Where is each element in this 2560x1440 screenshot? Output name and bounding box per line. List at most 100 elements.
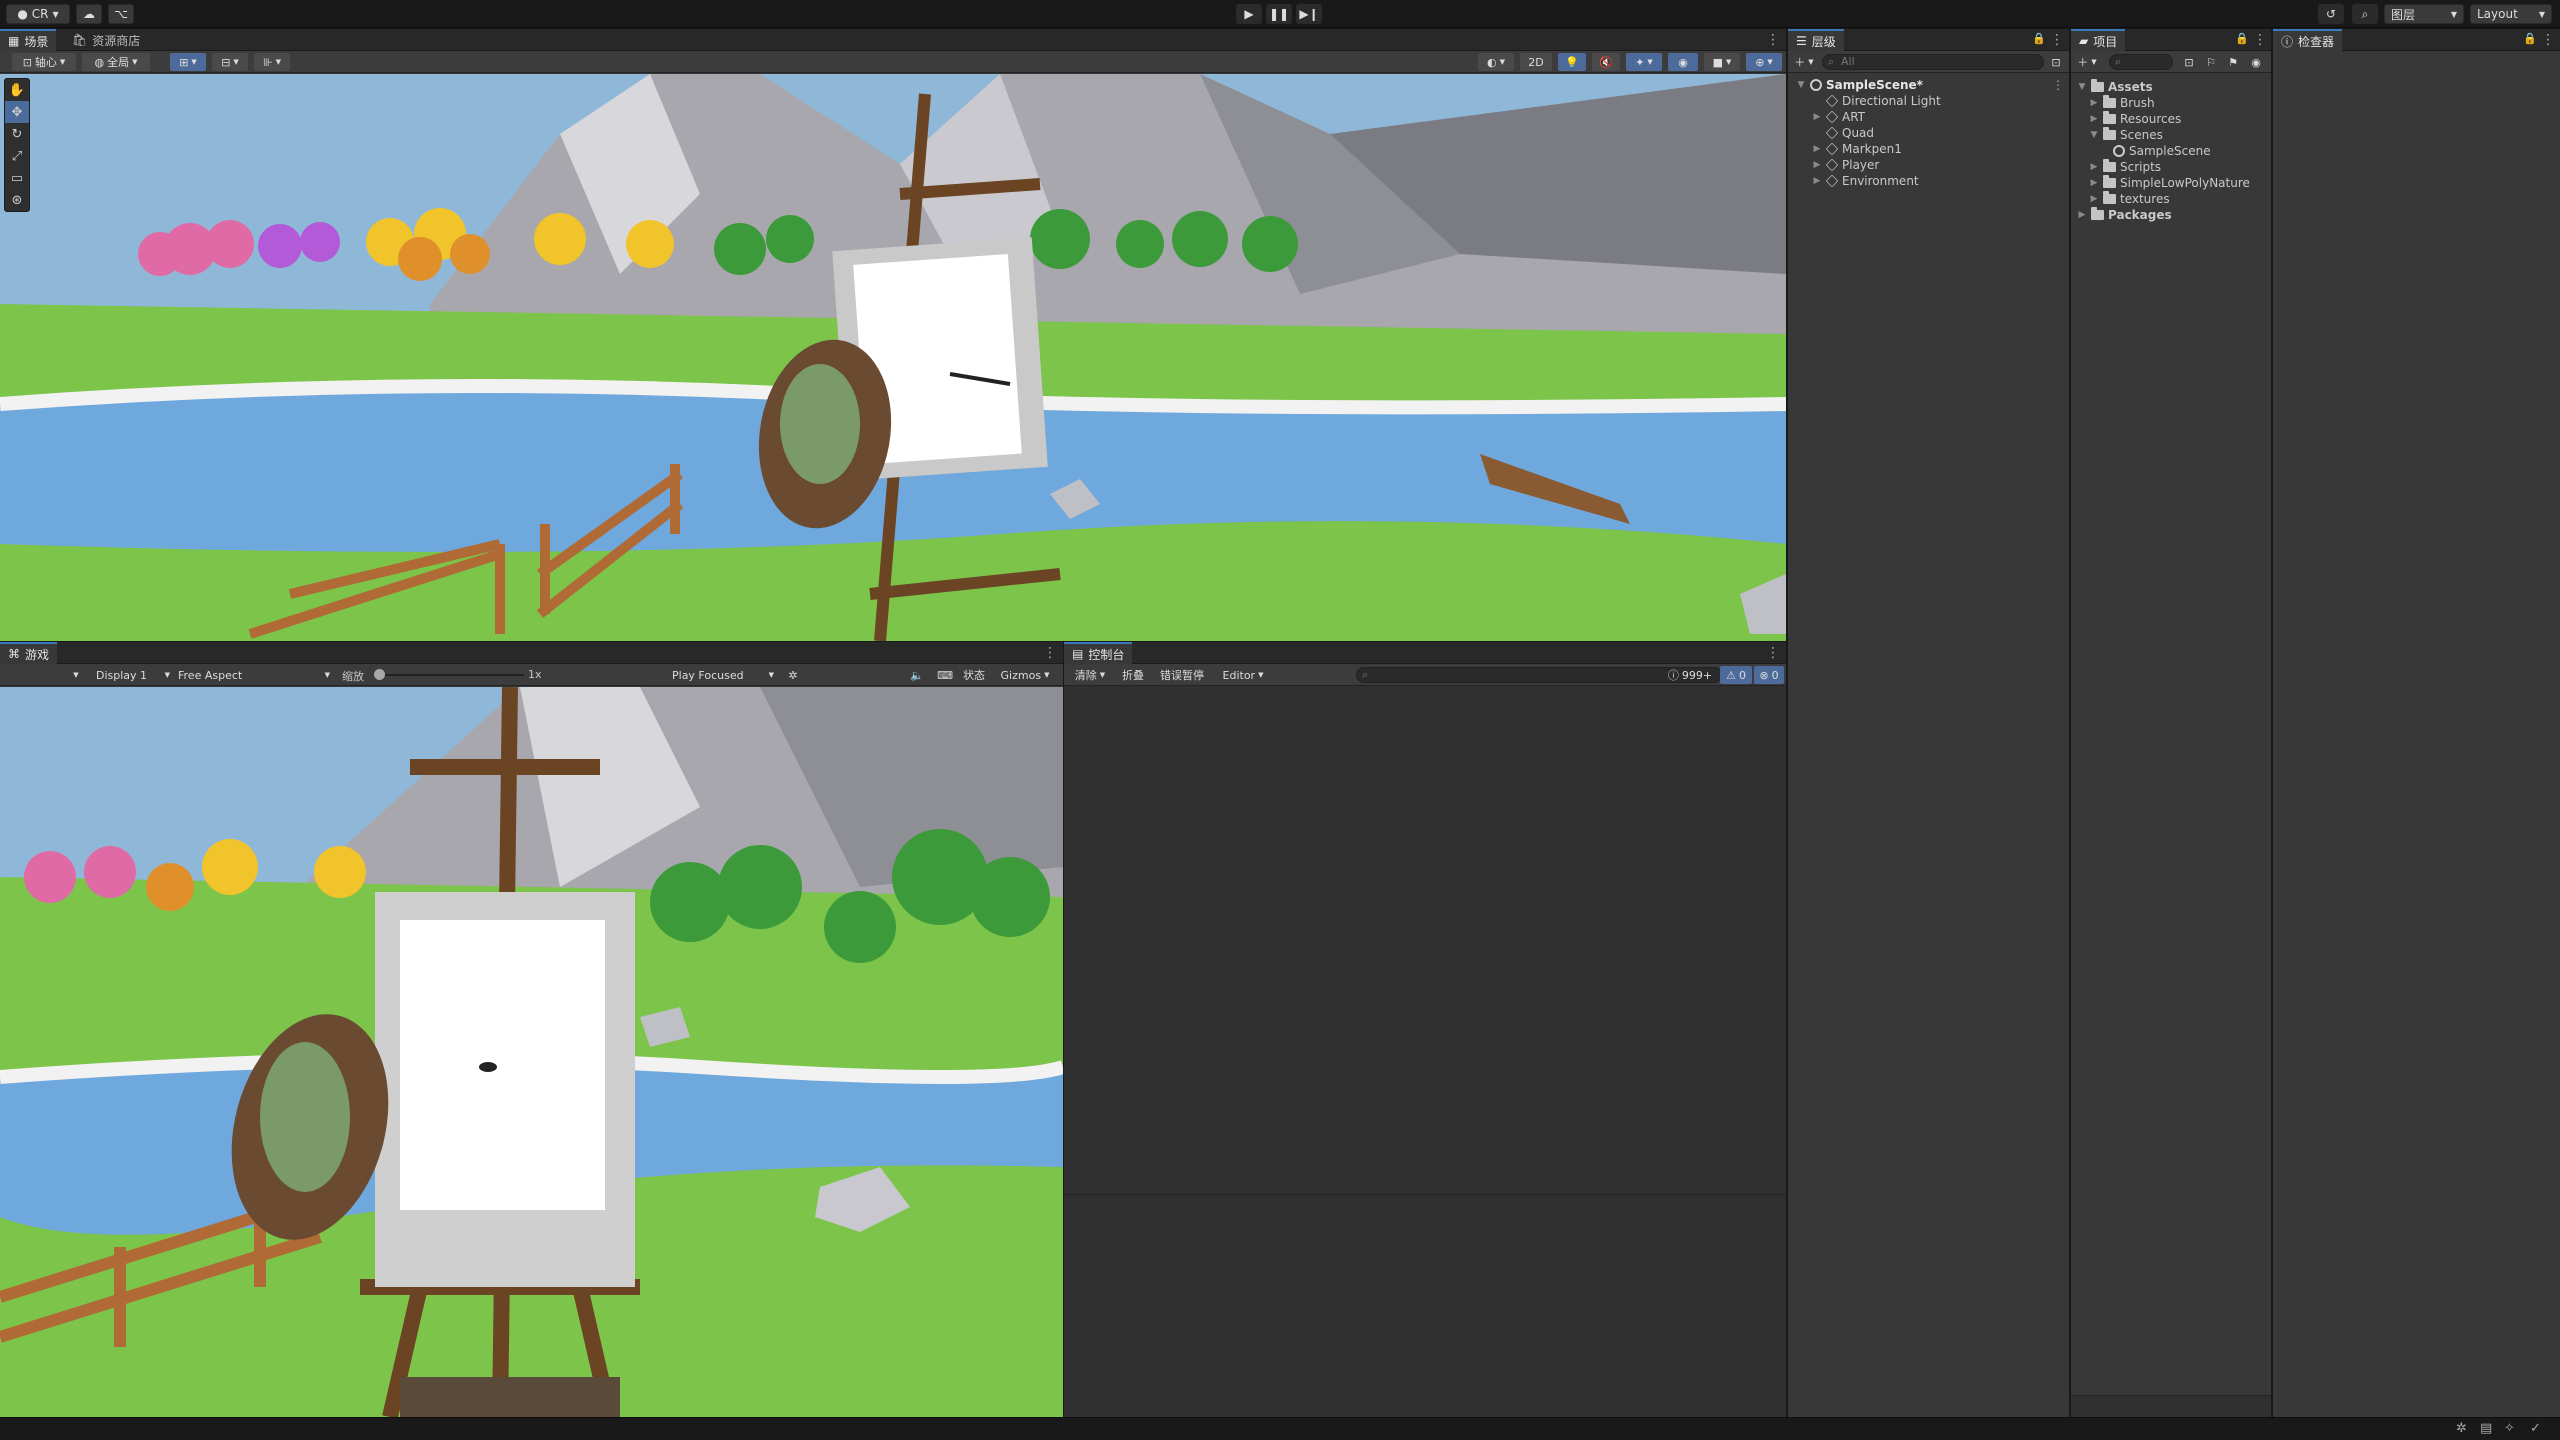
- tree-row-samplescene[interactable]: SampleScene: [2113, 143, 2211, 159]
- increment-snap[interactable]: ⊪ ▼: [254, 53, 290, 71]
- editor-dropdown[interactable]: Editor ▼: [1214, 666, 1272, 684]
- tree-row-environment[interactable]: ▶ Environment: [1812, 173, 1919, 189]
- lock-icon[interactable]: 🔒: [2235, 32, 2249, 48]
- tree-row-packages[interactable]: ▶ Packages: [2077, 207, 2172, 223]
- package-icon[interactable]: ◉: [2245, 53, 2267, 71]
- expand-arrow-icon[interactable]: ▶: [2077, 210, 2087, 220]
- mute-audio-icon[interactable]: 🔈: [906, 666, 928, 684]
- lock-icon[interactable]: 🔒: [2032, 32, 2046, 48]
- scene-filter-icon[interactable]: ⊡: [2046, 53, 2066, 71]
- cache-server-icon[interactable]: ▤: [2480, 1421, 2492, 1436]
- tree-row-brush[interactable]: ▶ Brush: [2089, 95, 2155, 111]
- gizmos-dropdown[interactable]: Gizmos ▼: [992, 666, 1058, 684]
- log-count-toggle[interactable]: ⓘ 999+: [1662, 666, 1718, 684]
- pause-button[interactable]: ❚❚: [1266, 4, 1292, 24]
- toggle-2d[interactable]: 2D: [1520, 53, 1552, 71]
- collapse-toggle[interactable]: 折叠: [1116, 666, 1150, 684]
- tab-console[interactable]: ▤ 控制台: [1064, 642, 1133, 664]
- error-count-toggle[interactable]: ⊗ 0: [1754, 666, 1784, 684]
- game-menu-icon[interactable]: ⋮: [1043, 645, 1057, 661]
- create-asset-button[interactable]: ＋ ▼: [2073, 53, 2101, 71]
- lock-icon[interactable]: 🔒: [2523, 32, 2537, 48]
- add-object-button[interactable]: ＋ ▼: [1790, 53, 1818, 71]
- scene-menu-icon[interactable]: ⋮: [2052, 78, 2064, 92]
- rect-tool-icon[interactable]: ▭: [5, 167, 29, 189]
- scene-view[interactable]: ✋ ✥ ↻ ⤢ ▭ ⊛: [0, 74, 1786, 641]
- search-label-icon[interactable]: ⚐: [2201, 53, 2221, 71]
- expand-arrow-icon[interactable]: ▼: [2089, 130, 2099, 140]
- scale-slider[interactable]: [374, 669, 524, 680]
- expand-arrow-icon[interactable]: ▶: [1812, 144, 1822, 154]
- version-control-button[interactable]: ⌥: [108, 4, 134, 24]
- snap-toggle[interactable]: ⊟ ▼: [212, 53, 248, 71]
- tab-asset-store[interactable]: 🛍 资源商店: [64, 29, 148, 51]
- bug-icon[interactable]: ✲: [782, 666, 804, 684]
- expand-arrow-icon[interactable]: ▶: [1812, 176, 1822, 186]
- aspect-dropdown[interactable]: Free Aspect ▼: [174, 666, 334, 684]
- inspector-menu-icon[interactable]: ⋮: [2541, 32, 2555, 48]
- tab-project[interactable]: ▰ 项目: [2071, 29, 2126, 51]
- tab-hierarchy[interactable]: ☰ 层级: [1788, 29, 1844, 51]
- expand-arrow-icon[interactable]: ▶: [2089, 162, 2099, 172]
- tree-row-markpen1[interactable]: ▶ Markpen1: [1812, 141, 1902, 157]
- play-button[interactable]: ▶: [1236, 4, 1262, 24]
- scene-menu-icon[interactable]: ⋮: [1766, 32, 1780, 48]
- tree-row-art[interactable]: ▶ ART: [1812, 109, 1865, 125]
- rotate-tool-icon[interactable]: ↻: [5, 123, 29, 145]
- tree-row-scenes[interactable]: ▼ Scenes: [2089, 127, 2163, 143]
- expand-arrow-icon[interactable]: ▶: [2089, 178, 2099, 188]
- expand-arrow-icon[interactable]: ▶: [2089, 194, 2099, 204]
- expand-arrow-icon[interactable]: ▼: [1796, 80, 1806, 90]
- transform-tool-icon[interactable]: ⊛: [5, 189, 29, 211]
- project-menu-icon[interactable]: ⋮: [2253, 32, 2267, 48]
- expand-arrow-icon[interactable]: ▶: [2089, 114, 2099, 124]
- tab-inspector[interactable]: ⓘ 检查器: [2273, 29, 2343, 51]
- bug-report-icon[interactable]: ✲: [2456, 1421, 2467, 1436]
- expand-arrow-icon[interactable]: ▶: [2089, 98, 2099, 108]
- camera-dropdown[interactable]: ■ ▼: [1704, 53, 1740, 71]
- clear-button[interactable]: 清除 ▼: [1066, 666, 1114, 684]
- view-tool-icon[interactable]: ✋: [5, 79, 29, 101]
- grid-toggle[interactable]: ⊞ ▼: [170, 53, 206, 71]
- warning-count-toggle[interactable]: ⚠ 0: [1720, 666, 1752, 684]
- search-button[interactable]: ⌕: [2352, 4, 2378, 24]
- tree-row-resources[interactable]: ▶ Resources: [2089, 111, 2181, 127]
- audio-toggle[interactable]: 🔇: [1592, 53, 1620, 71]
- game-view-dropdown[interactable]: ▼: [66, 666, 86, 684]
- tree-row-scripts[interactable]: ▶ Scripts: [2089, 159, 2161, 175]
- progress-check-icon[interactable]: ✓: [2530, 1421, 2541, 1436]
- effects-dropdown[interactable]: ✦ ▼: [1626, 53, 1662, 71]
- layers-dropdown[interactable]: 图层 ▼: [2384, 4, 2464, 24]
- hierarchy-menu-icon[interactable]: ⋮: [2050, 32, 2064, 48]
- favorite-icon[interactable]: ⚑: [2223, 53, 2243, 71]
- error-pause-toggle[interactable]: 错误暂停: [1152, 666, 1212, 684]
- console-log-list[interactable]: [1064, 686, 1786, 1194]
- tab-scene[interactable]: ▦ 场景: [0, 29, 57, 51]
- gizmos-dropdown[interactable]: ⊕ ▼: [1746, 53, 1782, 71]
- global-dropdown[interactable]: ◍ 全局 ▼: [82, 53, 150, 71]
- expand-arrow-icon[interactable]: ▶: [1812, 160, 1822, 170]
- tree-row-directional-light[interactable]: Directional Light: [1812, 93, 1941, 109]
- search-type-icon[interactable]: ⊡: [2179, 53, 2199, 71]
- game-view[interactable]: [0, 687, 1063, 1417]
- display-dropdown[interactable]: Display 1 ▼: [92, 666, 174, 684]
- tree-row-assets[interactable]: ▼ Assets: [2077, 79, 2153, 95]
- hierarchy-search-input[interactable]: ⌕ All: [1822, 54, 2044, 70]
- console-menu-icon[interactable]: ⋮: [1766, 645, 1780, 661]
- tree-row-quad[interactable]: Quad: [1812, 125, 1874, 141]
- cloud-button[interactable]: ☁: [76, 4, 102, 24]
- tree-row-textures[interactable]: ▶ textures: [2089, 191, 2170, 207]
- move-tool-icon[interactable]: ✥: [5, 101, 29, 123]
- tree-row-scene[interactable]: ▼ SampleScene* ⋮: [1796, 77, 2066, 93]
- scale-tool-icon[interactable]: ⤢: [5, 145, 29, 167]
- scale-slider-handle[interactable]: [374, 669, 385, 680]
- project-search-input[interactable]: ⌕: [2109, 54, 2173, 70]
- expand-arrow-icon[interactable]: ▼: [2077, 82, 2087, 92]
- layout-dropdown[interactable]: Layout ▼: [2470, 4, 2552, 24]
- visibility-toggle[interactable]: ◉: [1668, 53, 1698, 71]
- stats-button[interactable]: 状态: [958, 666, 990, 684]
- pivot-dropdown[interactable]: ⊡ 轴心 ▼: [12, 53, 76, 71]
- tree-row-player[interactable]: ▶ Player: [1812, 157, 1880, 173]
- tree-row-simplelowpolynature[interactable]: ▶ SimpleLowPolyNature: [2089, 175, 2250, 191]
- keyboard-icon[interactable]: ⌨: [934, 666, 956, 684]
